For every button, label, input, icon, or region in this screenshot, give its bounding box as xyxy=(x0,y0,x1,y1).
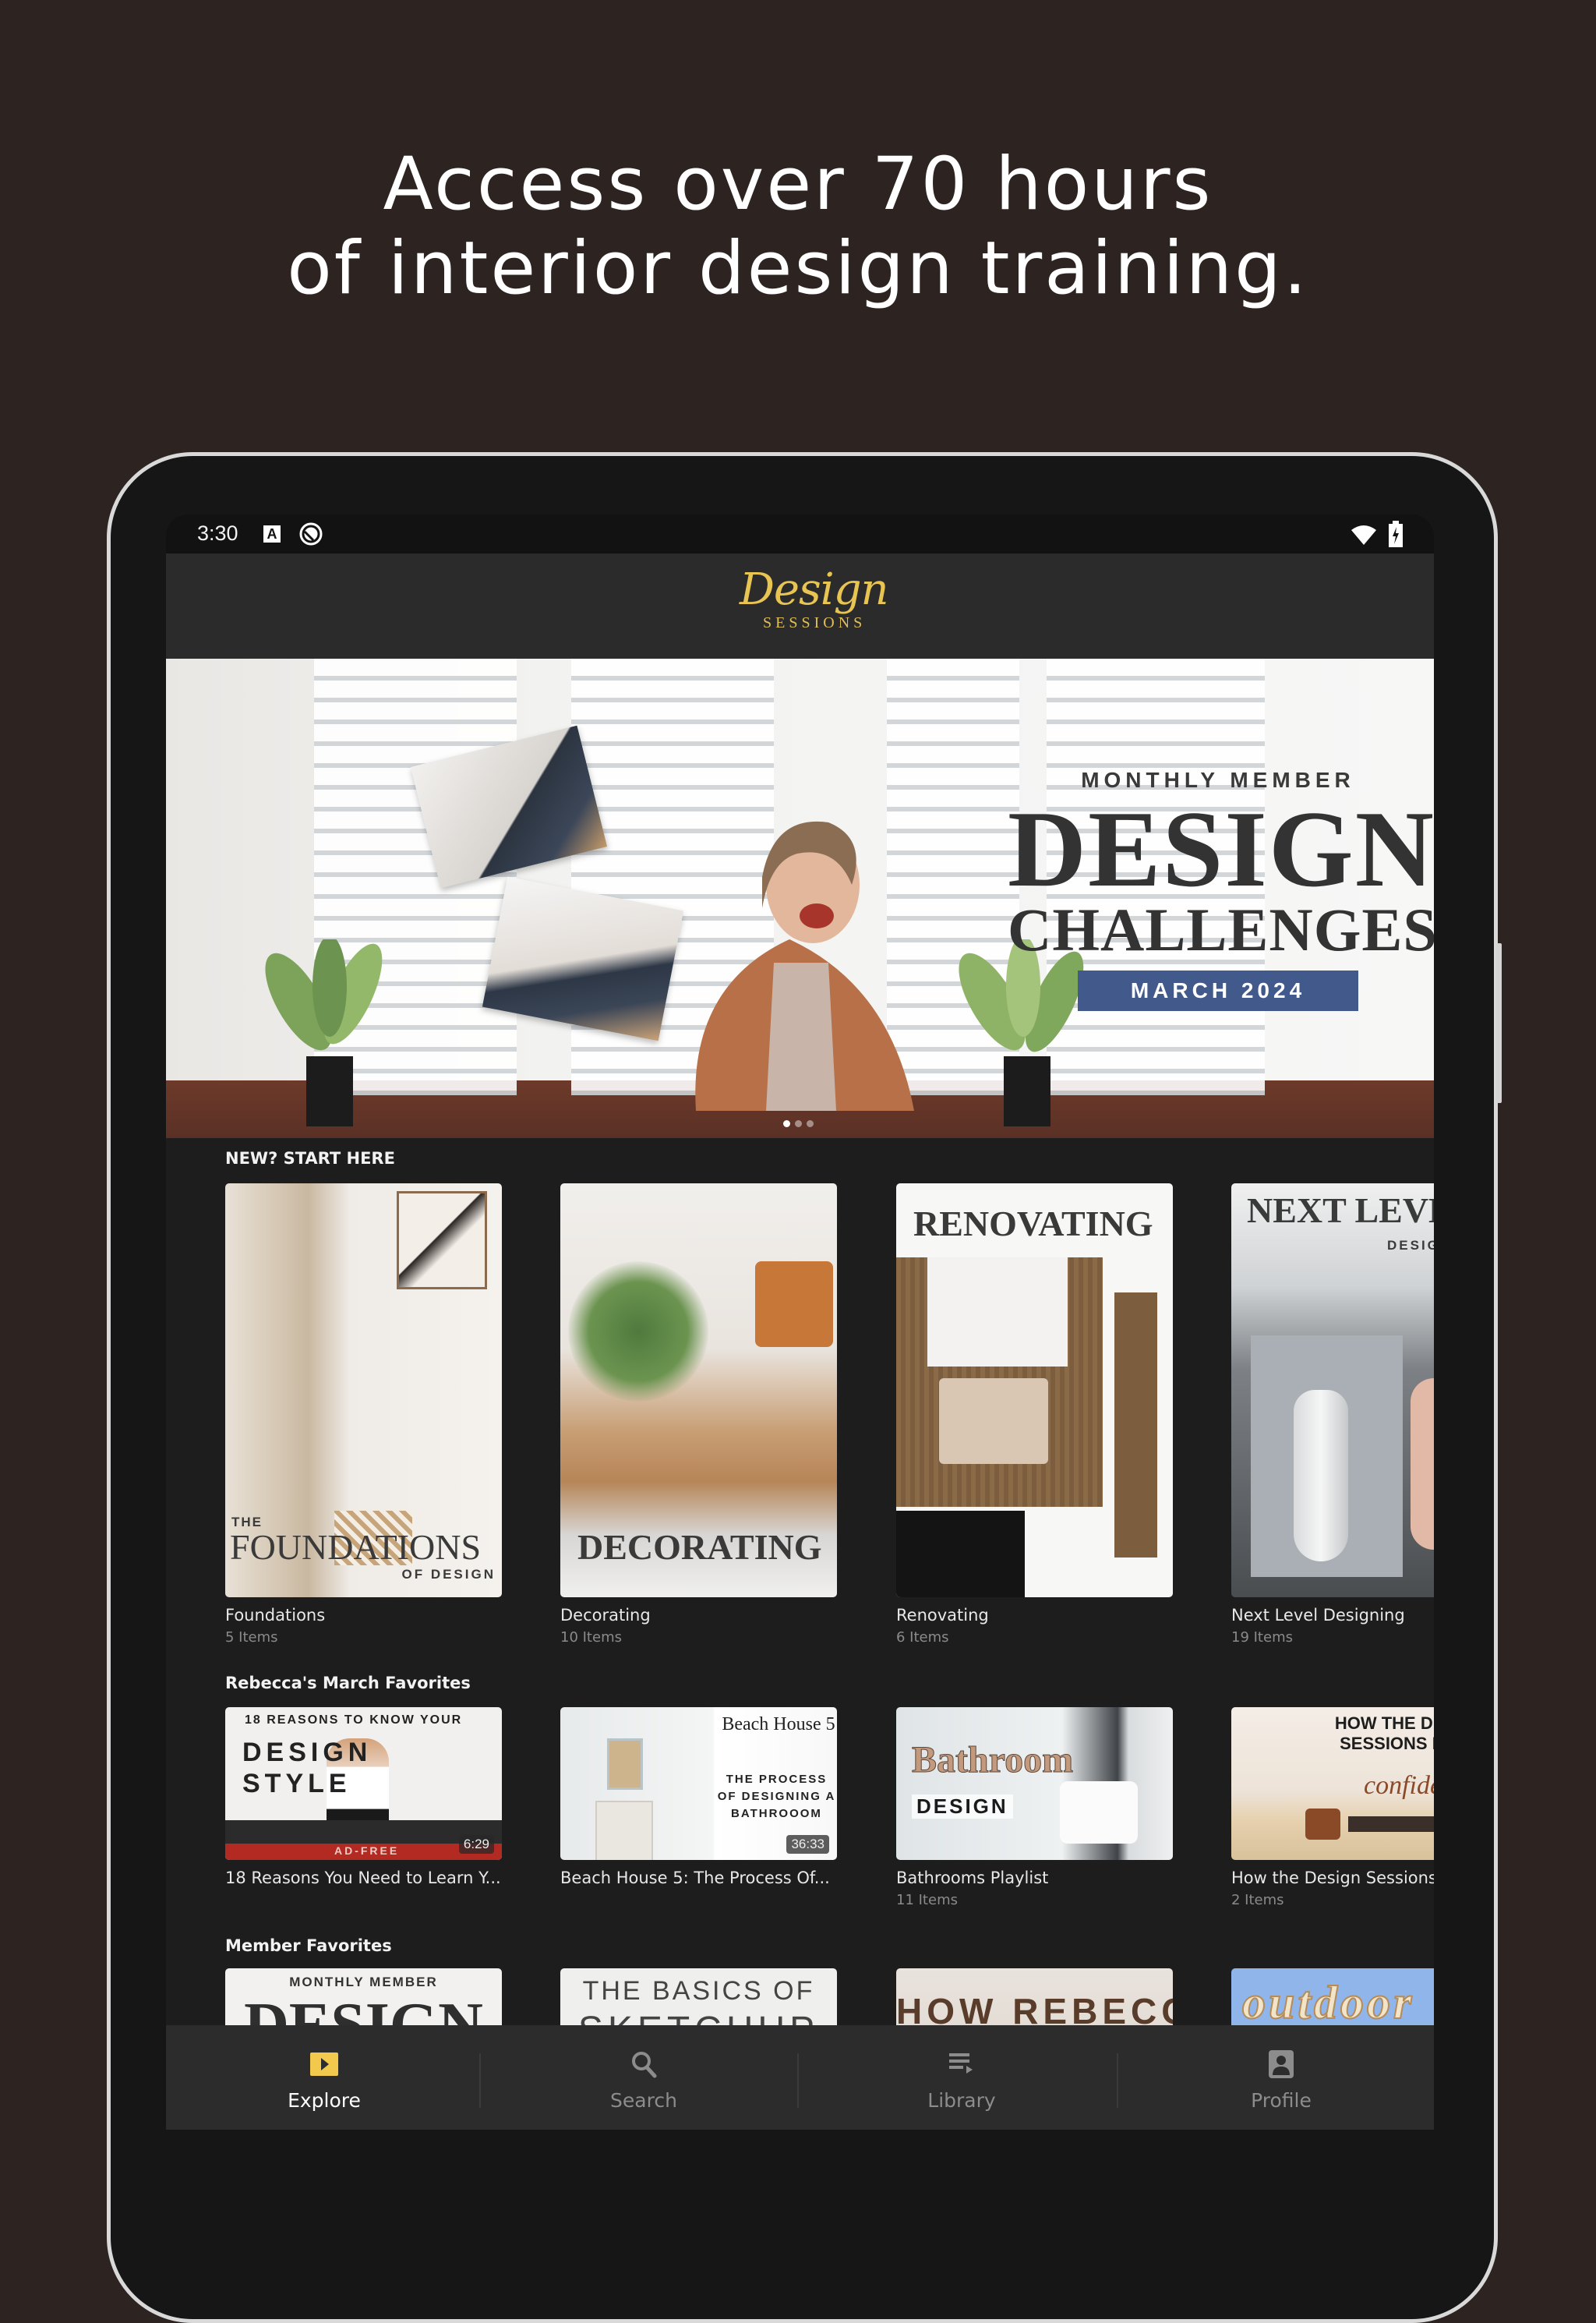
thumb-art xyxy=(1114,1292,1157,1558)
thumb-band-text: AD-FREE xyxy=(334,1844,400,1857)
tablet-side-button xyxy=(1496,943,1502,1103)
thumb-art xyxy=(927,1257,1068,1367)
category-card-foundations[interactable]: THE FOUNDATIONS OF DESIGN xyxy=(225,1183,502,1597)
status-bar: 3:30 A xyxy=(166,514,1434,553)
thumb-label: Beach House 5 xyxy=(722,1714,835,1734)
thumb-art xyxy=(595,1801,653,1860)
logo-script-text: Design xyxy=(740,564,889,615)
thumb-sub: THE PROCESS OF DESIGNING A BATHROOOM xyxy=(717,1773,836,1820)
carousel-dot[interactable] xyxy=(795,1120,802,1127)
thumb-label: outdoor xyxy=(1241,1976,1415,2029)
thumb-label: DECORATING xyxy=(577,1527,822,1567)
playlist-card[interactable]: Bathroom DESIGN xyxy=(896,1707,1173,1860)
thumb-kicker: 18 REASONS TO KNOW YOUR xyxy=(245,1713,463,1727)
hero-title: DESIGN xyxy=(1008,789,1434,910)
wifi-icon xyxy=(1351,525,1376,545)
thumb-label: FOUNDATIONS xyxy=(230,1527,482,1567)
carousel-dot[interactable] xyxy=(807,1120,814,1127)
thumb-art xyxy=(896,1511,1025,1597)
app-header: Design SESSIONS xyxy=(166,553,1434,659)
search-icon xyxy=(632,2052,657,2078)
thumb-art xyxy=(1305,1809,1340,1840)
thumb-art xyxy=(755,1261,833,1347)
thumb-art xyxy=(1060,1781,1138,1844)
card-title[interactable]: Beach House 5: The Process Of... xyxy=(560,1869,830,1887)
plant-left xyxy=(265,939,383,1126)
video-card[interactable]: 18 REASONS TO KNOW YOUR DESIGN STYLE AD-… xyxy=(225,1707,502,1860)
nav-library[interactable]: Library xyxy=(803,2025,1120,2130)
library-icon xyxy=(949,2053,973,2074)
thumb-art xyxy=(1411,1378,1434,1550)
thumb-sub: DESIGNING xyxy=(1387,1238,1434,1253)
video-duration: 6:29 xyxy=(458,1835,494,1854)
headline-line-1: Access over 70 hours xyxy=(383,142,1213,227)
nav-search[interactable]: Search xyxy=(486,2025,802,2130)
video-duration: 36:33 xyxy=(786,1835,829,1854)
sync-icon xyxy=(299,522,323,546)
thumb-label: HOW THE DESIGN SESSIONS BUILT xyxy=(1334,1713,1434,1753)
card-count: 10 Items xyxy=(560,1629,622,1646)
card-title[interactable]: 18 Reasons You Need to Learn Y... xyxy=(225,1869,501,1887)
card-count: 6 Items xyxy=(896,1629,949,1646)
bottom-navigation: Explore Search Library Profile xyxy=(166,2025,1434,2130)
nav-label: Search xyxy=(610,2089,677,2112)
card-title[interactable]: How the Design Sessions xyxy=(1231,1869,1434,1887)
playlist-card[interactable]: HOW THE DESIGN SESSIONS BUILT confidence xyxy=(1231,1707,1434,1860)
video-card[interactable]: Beach House 5 THE PROCESS OF DESIGNING A… xyxy=(560,1707,837,1860)
category-card-next-level-designing[interactable]: NEXT LEVEL DESIGNING xyxy=(1231,1183,1434,1597)
thumb-label: DESIGN STYLE xyxy=(242,1738,373,1798)
app-screen: 3:30 A Design SESSIONS MONTHLY MEMBER DE… xyxy=(166,514,1434,2130)
card-count: 2 Items xyxy=(1231,1892,1284,1908)
category-card-renovating[interactable]: RENOVATING xyxy=(896,1183,1173,1597)
nav-divider xyxy=(479,2053,481,2108)
design-sessions-logo[interactable]: Design SESSIONS xyxy=(732,564,889,645)
card-title[interactable]: Foundations xyxy=(225,1606,325,1625)
category-card-decorating[interactable]: DECORATING xyxy=(560,1183,837,1597)
hero-text-block: MONTHLY MEMBER DESIGN CHALLENGES MARCH 2… xyxy=(1008,768,1434,1011)
card-count: 19 Items xyxy=(1231,1629,1293,1646)
section-title-rebeccas-march-favorites: Rebecca's March Favorites xyxy=(225,1674,471,1692)
play-icon xyxy=(310,2053,338,2076)
thumb-label: Bathroom xyxy=(911,1739,1074,1781)
a-notification-icon: A xyxy=(263,525,281,543)
thumb-sub: DESIGN xyxy=(912,1794,1013,1819)
nav-label: Profile xyxy=(1251,2089,1312,2112)
carousel-indicator[interactable] xyxy=(783,1120,814,1127)
nav-profile[interactable]: Profile xyxy=(1123,2025,1434,2130)
card-title[interactable]: Bathrooms Playlist xyxy=(896,1869,1048,1887)
card-title[interactable]: Next Level Designing xyxy=(1231,1606,1405,1625)
nav-label: Explore xyxy=(288,2089,361,2112)
thumb-label: NEXT LEVEL xyxy=(1247,1190,1434,1230)
section-title-new-start-here: NEW? START HERE xyxy=(225,1149,395,1168)
card-count: 5 Items xyxy=(225,1629,278,1646)
carousel-dot[interactable] xyxy=(783,1120,790,1127)
card-count: 11 Items xyxy=(896,1892,958,1908)
profile-icon xyxy=(1269,2050,1294,2078)
nav-explore[interactable]: Explore xyxy=(166,2025,482,2130)
hero-banner[interactable]: MONTHLY MEMBER DESIGN CHALLENGES MARCH 2… xyxy=(166,659,1434,1138)
status-time: 3:30 xyxy=(197,522,238,545)
thumb-sub: OF DESIGN xyxy=(401,1567,496,1582)
thumb-art xyxy=(568,1261,708,1402)
card-title[interactable]: Decorating xyxy=(560,1606,651,1625)
thumb-art xyxy=(1294,1390,1348,1561)
card-title[interactable]: Renovating xyxy=(896,1606,989,1625)
thumb-script: confidence xyxy=(1364,1771,1434,1800)
thumb-art xyxy=(1348,1816,1434,1832)
nav-label: Library xyxy=(927,2089,996,2112)
thumb-kicker: THE BASICS OF xyxy=(582,1976,815,2006)
thumb-art xyxy=(397,1191,487,1289)
thumb-kicker: MONTHLY MEMBER xyxy=(289,1975,438,1989)
battery-charging-icon xyxy=(1389,521,1403,547)
thumb-label: RENOVATING xyxy=(913,1204,1153,1243)
thumb-art xyxy=(939,1378,1048,1464)
headline-line-2: of interior design training. xyxy=(287,226,1309,311)
hero-date-badge: MARCH 2024 xyxy=(1078,971,1358,1011)
thumb-art xyxy=(607,1738,643,1790)
nav-divider xyxy=(797,2053,799,2108)
hero-subtitle: CHALLENGES xyxy=(1008,896,1434,963)
logo-sub-text: SESSIONS xyxy=(763,614,867,631)
section-title-member-favorites: Member Favorites xyxy=(225,1936,392,1955)
nav-divider xyxy=(1117,2053,1118,2108)
